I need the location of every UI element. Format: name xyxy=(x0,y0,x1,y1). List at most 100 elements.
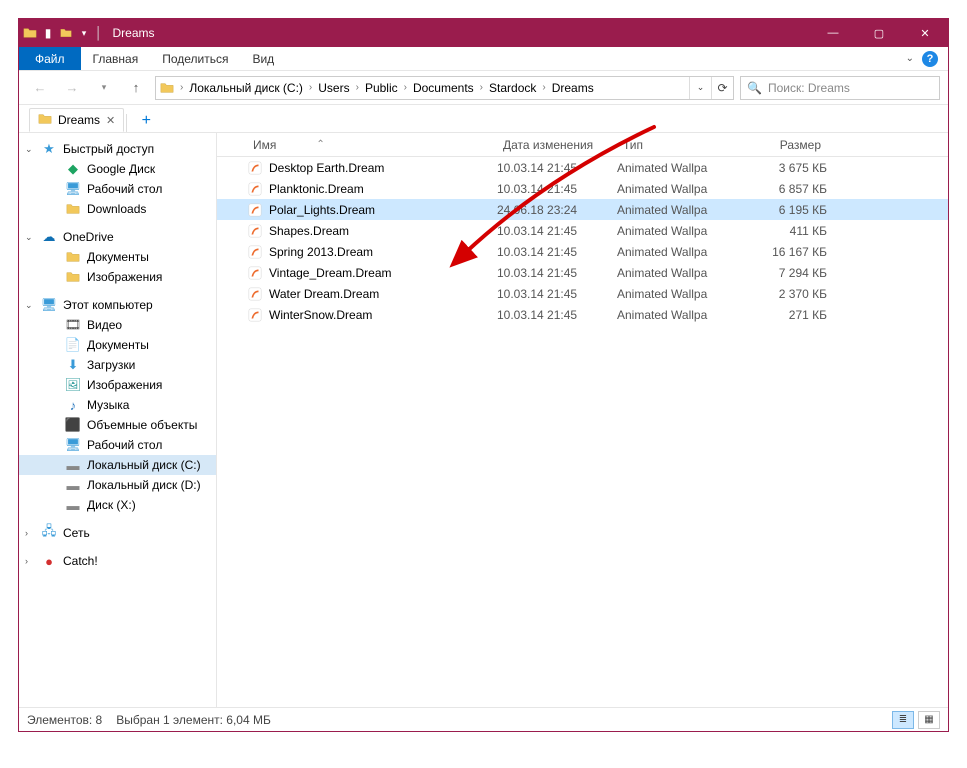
tree-item[interactable]: 🖥Рабочий стол xyxy=(19,179,216,199)
qat: ▮ ▾ │ xyxy=(19,26,107,40)
refresh-button[interactable]: ⟳ xyxy=(711,77,733,99)
tree-item-label: Изображения xyxy=(87,378,162,392)
ribbon-tab-view[interactable]: Вид xyxy=(240,47,286,70)
view-icons-button[interactable]: ▦ xyxy=(918,711,940,729)
tree-item-icon xyxy=(65,269,81,285)
tree-item-label: Рабочий стол xyxy=(87,182,162,196)
tree-item-label: Catch! xyxy=(63,554,98,568)
navigation-tree[interactable]: ⌄★Быстрый доступ◆Google Диск🖥Рабочий сто… xyxy=(19,133,217,707)
file-date: 10.03.14 21:45 xyxy=(497,266,617,280)
tree-item-label: Быстрый доступ xyxy=(63,142,154,156)
close-button[interactable]: ✕ xyxy=(902,19,948,47)
tree-item-label: Сеть xyxy=(63,526,90,540)
nav-up-button[interactable]: ↑ xyxy=(123,75,149,101)
file-row[interactable]: Desktop Earth.Dream10.03.14 21:45Animate… xyxy=(217,157,948,178)
tree-item-label: Музыка xyxy=(87,398,129,412)
file-date: 10.03.14 21:45 xyxy=(497,224,617,238)
tree-item-icon: ▬ xyxy=(65,497,81,513)
tree-item-label: Этот компьютер xyxy=(63,298,153,312)
nav-forward-button[interactable]: → xyxy=(59,75,85,101)
col-size[interactable]: Размер xyxy=(747,138,827,152)
tree-item-label: Видео xyxy=(87,318,122,332)
file-row[interactable]: Planktonic.Dream10.03.14 21:45Animated W… xyxy=(217,178,948,199)
tree-item[interactable]: ⬛Объемные объекты xyxy=(19,415,216,435)
tree-item-label: Диск (X:) xyxy=(87,498,136,512)
breadcrumb-seg[interactable]: Локальный диск (C:) xyxy=(185,77,307,99)
tree-item[interactable]: Документы xyxy=(19,247,216,267)
tree-item[interactable]: ▬Локальный диск (C:) xyxy=(19,455,216,475)
minimize-button[interactable]: — xyxy=(810,19,856,47)
address-row: ← → ▾ ↑ › Локальный диск (C:)› Users› Pu… xyxy=(19,71,948,105)
file-row[interactable]: Vintage_Dream.Dream10.03.14 21:45Animate… xyxy=(217,262,948,283)
ribbon-tab-home[interactable]: Главная xyxy=(81,47,151,70)
breadcrumb-seg[interactable]: Documents xyxy=(409,77,478,99)
column-headers[interactable]: Имя⌃ Дата изменения Тип Размер xyxy=(217,133,948,157)
breadcrumb-seg[interactable]: Stardock xyxy=(485,77,540,99)
file-type: Animated Wallpa xyxy=(617,161,747,175)
tree-item[interactable]: ▬Локальный диск (D:) xyxy=(19,475,216,495)
tree-catch[interactable]: ›●Catch! xyxy=(19,551,216,571)
qat-dropdown-icon[interactable]: ▾ xyxy=(77,26,91,40)
tree-item[interactable]: 📄Документы xyxy=(19,335,216,355)
nav-recent-dropdown[interactable]: ▾ xyxy=(91,75,117,101)
view-details-button[interactable]: ≣ xyxy=(892,711,914,729)
dream-file-icon xyxy=(247,307,263,323)
tree-item[interactable]: ♪Музыка xyxy=(19,395,216,415)
ribbon-expand-icon[interactable]: ⌄ xyxy=(906,53,914,64)
file-size: 2 370 КБ xyxy=(747,287,827,301)
tree-item-icon xyxy=(65,249,81,265)
col-type[interactable]: Тип xyxy=(617,138,747,152)
tree-item[interactable]: ▬ Диск (X:) xyxy=(19,495,216,515)
tree-onedrive[interactable]: ⌄☁OneDrive xyxy=(19,227,216,247)
file-list-pane: Имя⌃ Дата изменения Тип Размер Desktop E… xyxy=(217,133,948,707)
folder-tab-label: Dreams xyxy=(58,113,100,127)
file-type: Animated Wallpa xyxy=(617,308,747,322)
dream-file-icon xyxy=(247,265,263,281)
file-name: Shapes.Dream xyxy=(269,224,349,238)
file-row[interactable]: Water Dream.Dream10.03.14 21:45Animated … xyxy=(217,283,948,304)
tree-item[interactable]: 🖥Рабочий стол xyxy=(19,435,216,455)
tree-item[interactable]: Downloads xyxy=(19,199,216,219)
close-tab-icon[interactable]: ✕ xyxy=(106,114,115,127)
tree-this-pc[interactable]: ⌄🖥Этот компьютер xyxy=(19,295,216,315)
search-input[interactable]: 🔍 Поиск: Dreams xyxy=(740,76,940,100)
file-name: Polar_Lights.Dream xyxy=(269,203,375,217)
status-count: Элементов: 8 xyxy=(27,713,102,727)
ribbon-tab-share[interactable]: Поделиться xyxy=(150,47,240,70)
file-row[interactable]: Polar_Lights.Dream24.06.18 23:24Animated… xyxy=(217,199,948,220)
file-row[interactable]: WinterSnow.Dream10.03.14 21:45Animated W… xyxy=(217,304,948,325)
file-row[interactable]: Spring 2013.Dream10.03.14 21:45Animated … xyxy=(217,241,948,262)
file-tab[interactable]: Файл xyxy=(19,47,81,70)
explorer-window: ▮ ▾ │ Dreams — ▢ ✕ Файл Главная Поделить… xyxy=(18,18,949,732)
tree-item[interactable]: 🎞Видео xyxy=(19,315,216,335)
breadcrumb-seg[interactable]: Users xyxy=(314,77,353,99)
breadcrumb-seg[interactable]: Public xyxy=(361,77,402,99)
help-icon[interactable]: ? xyxy=(922,51,938,67)
add-tab-button[interactable]: + xyxy=(135,110,157,132)
ribbon-tabs: Файл Главная Поделиться Вид ⌄ ? xyxy=(19,47,948,71)
file-row[interactable]: Shapes.Dream10.03.14 21:45Animated Wallp… xyxy=(217,220,948,241)
tree-item[interactable]: ⬇Загрузки xyxy=(19,355,216,375)
tree-item-label: OneDrive xyxy=(63,230,114,244)
file-size: 271 КБ xyxy=(747,308,827,322)
file-size: 6 195 КБ xyxy=(747,203,827,217)
title-bar[interactable]: ▮ ▾ │ Dreams — ▢ ✕ xyxy=(19,19,948,47)
dream-file-icon xyxy=(247,181,263,197)
tree-item-icon: ☁ xyxy=(41,229,57,245)
tree-item-icon: 🖼 xyxy=(65,377,81,393)
breadcrumb-seg[interactable]: Dreams xyxy=(548,77,598,99)
folder-tab-active[interactable]: Dreams ✕ xyxy=(29,108,124,132)
folder-icon xyxy=(23,26,37,40)
nav-back-button[interactable]: ← xyxy=(27,75,53,101)
qat-newfolder-icon[interactable] xyxy=(59,26,73,40)
addr-dropdown-icon[interactable]: ⌄ xyxy=(689,77,711,99)
tree-item[interactable]: Изображения xyxy=(19,267,216,287)
qat-properties-icon[interactable]: ▮ xyxy=(41,26,55,40)
col-date[interactable]: Дата изменения xyxy=(497,138,617,152)
tree-quick-access[interactable]: ⌄★Быстрый доступ xyxy=(19,139,216,159)
tree-item[interactable]: 🖼 Изображения xyxy=(19,375,216,395)
maximize-button[interactable]: ▢ xyxy=(856,19,902,47)
address-bar[interactable]: › Локальный диск (C:)› Users› Public› Do… xyxy=(155,76,734,100)
tree-network[interactable]: ›🖧Сеть xyxy=(19,523,216,543)
tree-item[interactable]: ◆Google Диск xyxy=(19,159,216,179)
